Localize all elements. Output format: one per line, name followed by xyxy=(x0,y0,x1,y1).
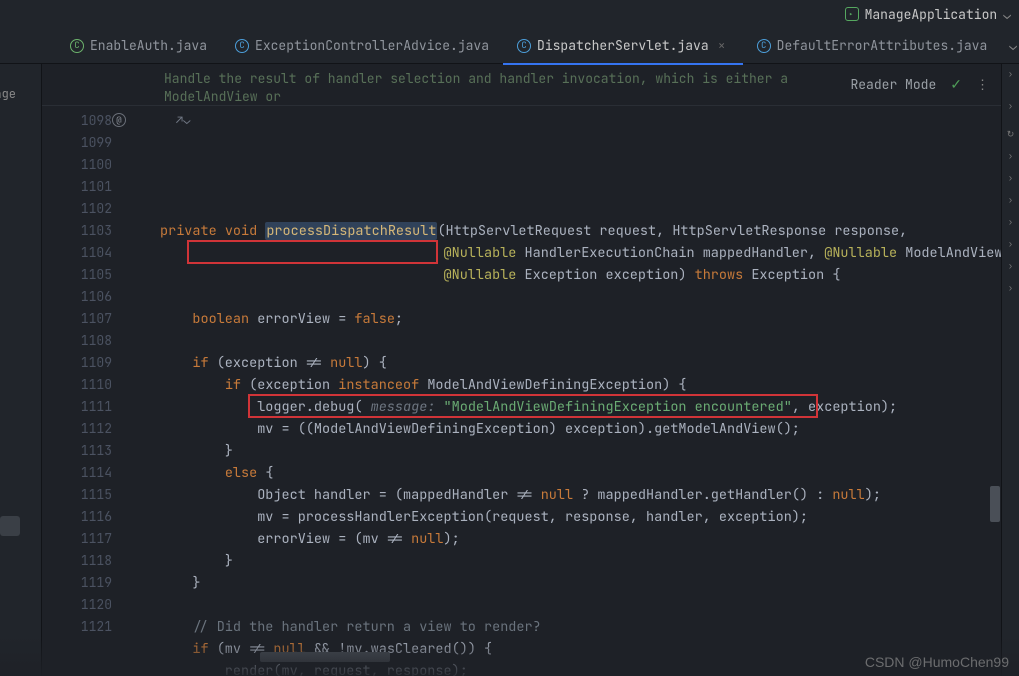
tab-exceptioncontrolleradvice[interactable]: C ExceptionControllerAdvice.java xyxy=(221,28,503,64)
code-line[interactable]: logger.debug( message: "ModelAndViewDefi… xyxy=(130,396,1001,418)
tab-label: DispatcherServlet.java xyxy=(537,37,709,54)
code-line[interactable] xyxy=(130,330,1001,352)
class-icon: C xyxy=(757,39,771,53)
tab-label: DefaultErrorAttributes.java xyxy=(777,37,988,54)
line-number: 1119 xyxy=(42,572,112,594)
run-config-label: ManageApplication xyxy=(865,6,998,23)
inspections-ok-icon[interactable]: ✓ xyxy=(950,76,962,94)
editor[interactable]: 1098@10991100110111021103110411051106110… xyxy=(42,106,1001,676)
left-tool-strip: anage xyxy=(0,64,42,676)
watermark: CSDN @HumoChen99 xyxy=(865,654,1009,670)
line-number: 1098@ xyxy=(42,110,112,132)
gutter: 1098@10991100110111021103110411051106110… xyxy=(42,106,130,676)
class-icon: C xyxy=(235,39,249,53)
code-line[interactable]: mv = ((ModelAndViewDefiningException) ex… xyxy=(130,418,1001,440)
code-line[interactable] xyxy=(130,286,1001,308)
code-line[interactable]: errorView = (mv != null); xyxy=(130,528,1001,550)
line-number: 1111 xyxy=(42,396,112,418)
code-line[interactable]: else { xyxy=(130,462,1001,484)
code-line[interactable]: } xyxy=(130,550,1001,572)
horizontal-scrollbar-thumb[interactable] xyxy=(260,652,390,662)
reload-icon[interactable]: ↻ xyxy=(1007,128,1015,140)
run-config-selector[interactable]: ▸ ManageApplication ⌄ xyxy=(845,6,1011,23)
code-line[interactable]: // Did the handler return a view to rend… xyxy=(130,616,1001,638)
line-number: 1114 xyxy=(42,462,112,484)
chevron-right-icon[interactable]: › xyxy=(1008,172,1013,184)
chevron-down-icon: ⌄ xyxy=(1003,6,1011,23)
code-line[interactable]: boolean errorView = false; xyxy=(130,308,1001,330)
editor-tabs: C EnableAuth.java C ExceptionControllerA… xyxy=(0,28,1019,64)
code-line[interactable]: private void processDispatchResult(HttpS… xyxy=(130,220,1001,242)
javadoc-line: Handle the result of handler selection a… xyxy=(164,70,794,106)
code-line[interactable]: @Nullable Exception exception) throws Ex… xyxy=(130,264,1001,286)
line-number: 1107 xyxy=(42,308,112,330)
line-number: 1121 xyxy=(42,616,112,638)
code-line[interactable]: @Nullable HandlerExecutionChain mappedHa… xyxy=(130,242,1001,264)
line-number: 1103 xyxy=(42,220,112,242)
code-line[interactable]: } xyxy=(130,572,1001,594)
left-strip-label: anage xyxy=(0,86,16,102)
toolbar: ▸ ManageApplication ⌄ xyxy=(0,0,1019,28)
tab-dispatcherservlet[interactable]: C DispatcherServlet.java × xyxy=(503,28,743,64)
line-number: 1106 xyxy=(42,286,112,308)
code-area[interactable]: private void processDispatchResult(HttpS… xyxy=(130,106,1001,676)
chevron-right-icon[interactable]: › xyxy=(1008,216,1013,228)
line-number: 1115 xyxy=(42,484,112,506)
class-icon: C xyxy=(70,39,84,53)
line-number: 1110 xyxy=(42,374,112,396)
close-icon[interactable]: × xyxy=(715,37,729,54)
inlay-hint-icon: ↗⌄ xyxy=(176,109,190,131)
line-number: 1100 xyxy=(42,154,112,176)
right-markers-strip: › › ↻ › › › › › › › xyxy=(1001,64,1019,676)
code-line[interactable]: mv = processHandlerException(request, re… xyxy=(130,506,1001,528)
chevron-right-icon[interactable]: › xyxy=(1008,100,1013,112)
line-number: 1116 xyxy=(42,506,112,528)
line-number: 1108 xyxy=(42,330,112,352)
tab-label: EnableAuth.java xyxy=(90,37,207,54)
vertical-scrollbar-thumb[interactable] xyxy=(990,486,1000,522)
class-icon: C xyxy=(517,39,531,53)
tab-enableauth[interactable]: C EnableAuth.java xyxy=(56,28,221,64)
code-line[interactable]: if (exception != null) { xyxy=(130,352,1001,374)
line-number: 1113 xyxy=(42,440,112,462)
chevron-right-icon[interactable]: › xyxy=(1008,260,1013,272)
line-number: 1102 xyxy=(42,198,112,220)
line-number: 1117 xyxy=(42,528,112,550)
tab-label: ExceptionControllerAdvice.java xyxy=(255,37,489,54)
chevron-right-icon[interactable]: › xyxy=(1008,150,1013,162)
line-number: 1109 xyxy=(42,352,112,374)
line-number: 1105 xyxy=(42,264,112,286)
line-number: 1101 xyxy=(42,176,112,198)
run-config-icon: ▸ xyxy=(845,7,859,21)
tab-defaulterrorattributes[interactable]: C DefaultErrorAttributes.java xyxy=(743,28,1002,64)
line-number: 1118 xyxy=(42,550,112,572)
more-icon[interactable]: ⋮ xyxy=(976,76,991,93)
left-strip-marker xyxy=(0,516,20,536)
line-number: 1112 xyxy=(42,418,112,440)
line-number: 1099 xyxy=(42,132,112,154)
code-line[interactable]: if (exception instanceof ModelAndViewDef… xyxy=(130,374,1001,396)
line-number: 1120 xyxy=(42,594,112,616)
code-line[interactable]: Object handler = (mappedHandler != null … xyxy=(130,484,1001,506)
chevron-right-icon[interactable]: › xyxy=(1008,238,1013,250)
gutter-usage-icon[interactable]: @ xyxy=(112,113,126,127)
code-line[interactable]: } xyxy=(130,440,1001,462)
code-line[interactable] xyxy=(130,594,1001,616)
chevron-right-icon[interactable]: › xyxy=(1008,282,1013,294)
chevron-right-icon[interactable]: › xyxy=(1008,194,1013,206)
tab-overflow-chevron-icon[interactable]: ⌄ xyxy=(1001,37,1019,54)
reader-mode-toggle[interactable]: Reader Mode xyxy=(850,76,936,93)
line-number: 1104 xyxy=(42,242,112,264)
chevron-right-icon[interactable]: › xyxy=(1008,68,1013,80)
